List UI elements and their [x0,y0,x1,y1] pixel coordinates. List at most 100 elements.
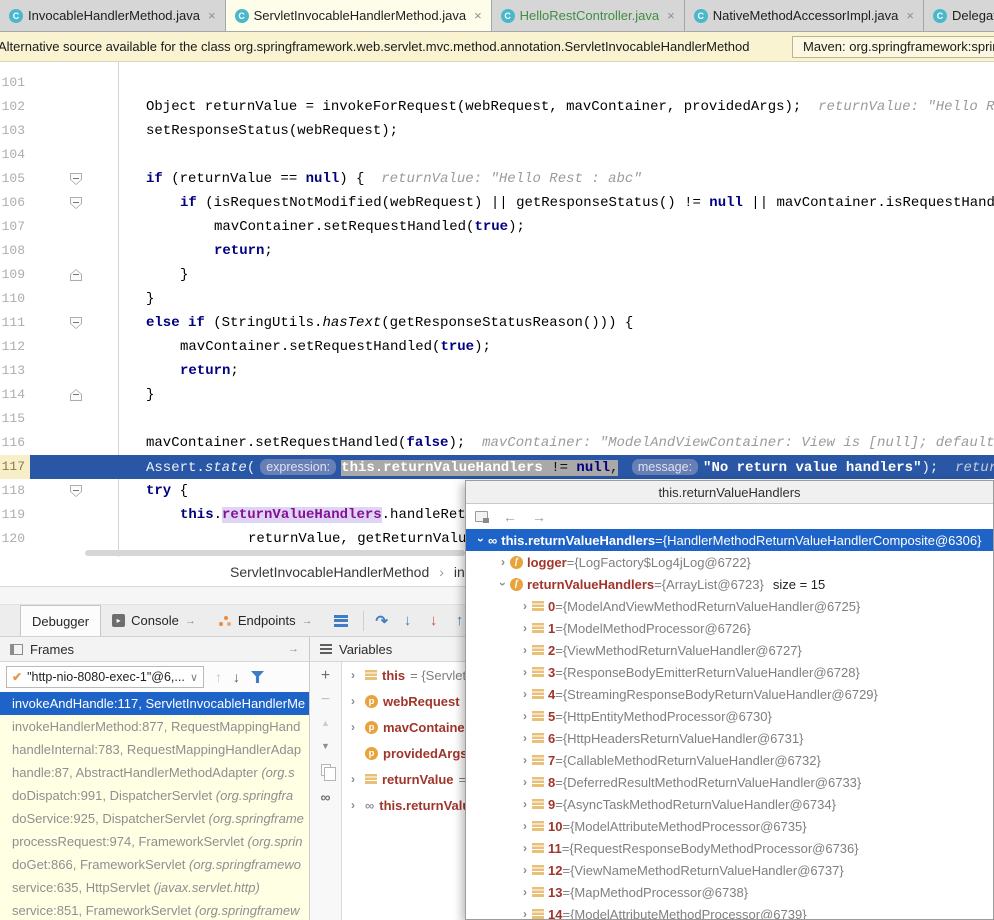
frame-row[interactable]: service:635, HttpServlet (javax.servlet.… [0,876,309,899]
code-text[interactable]: if (isRequestNotModified(webRequest) || … [118,191,994,215]
gutter[interactable] [30,95,118,119]
line-number[interactable]: 111 [0,311,30,335]
chevron-collapsed-icon[interactable]: › [346,798,360,812]
code-text[interactable]: setResponseStatus(webRequest); [118,119,994,143]
watch-node[interactable]: ›10 = {ModelAttributeMethodProcessor@673… [466,815,993,837]
add-watch-icon[interactable]: + [321,670,330,682]
frame-row[interactable]: doGet:866, FrameworkServlet (org.springf… [0,853,309,876]
inspect-icon[interactable] [475,511,488,522]
chevron-collapsed-icon[interactable]: › [518,687,532,701]
code-text[interactable]: Assert.state(expression:this.returnValue… [118,455,994,479]
chevron-expanded-icon[interactable]: › [496,577,510,591]
tab-debugger[interactable]: Debugger [20,605,101,636]
move-down-icon[interactable]: ▼ [321,741,330,751]
watch-node[interactable]: ›9 = {AsyncTaskMethodReturnValueHandler@… [466,793,993,815]
editor-tab[interactable]: CInvocableHandlerMethod.java× [0,0,226,31]
chevron-collapsed-icon[interactable]: › [518,797,532,811]
variable-row[interactable]: ›∞this.returnValu [342,792,465,818]
previous-frame-icon[interactable]: ↑ [215,669,222,685]
step-over-icon[interactable]: ↷ [369,612,395,630]
code-text[interactable] [118,407,994,431]
chevron-collapsed-icon[interactable]: › [518,665,532,679]
gutter[interactable] [30,407,118,431]
frame-row[interactable]: service:851, FrameworkServlet (org.sprin… [0,899,309,920]
gutter[interactable] [30,191,118,215]
fold-marker-icon[interactable] [70,269,82,281]
chevron-collapsed-icon[interactable]: › [518,907,532,920]
fold-marker-icon[interactable] [70,389,82,401]
line-number[interactable]: 119 [0,503,30,527]
watch-node[interactable]: ›8 = {DeferredResultMethodReturnValueHan… [466,771,993,793]
line-number[interactable]: 120 [0,527,30,551]
gutter[interactable] [30,287,118,311]
frame-row[interactable]: processRequest:974, FrameworkServlet (or… [0,830,309,853]
frame-row[interactable]: handle:87, AbstractHandlerMethodAdapter … [0,761,309,784]
fold-marker-icon[interactable] [70,197,82,209]
line-number[interactable]: 104 [0,143,30,167]
remove-watch-icon[interactable]: − [321,695,330,705]
variable-row[interactable]: ›pmavContainer [342,714,465,740]
gutter[interactable] [30,119,118,143]
chevron-collapsed-icon[interactable]: › [518,819,532,833]
code-text[interactable]: mavContainer.setRequestHandled(false); m… [118,431,994,455]
frame-row[interactable]: doService:925, DispatcherServlet (org.sp… [0,807,309,830]
gutter[interactable] [30,383,118,407]
code-text[interactable] [118,143,994,167]
watch-node[interactable]: ›7 = {CallableMethodReturnValueHandler@6… [466,749,993,771]
code-text[interactable]: } [118,287,994,311]
frames-header[interactable]: Frames → [0,637,310,661]
chevron-collapsed-icon[interactable]: › [346,720,360,734]
variable-row[interactable]: ›pprovidedArgs [342,740,465,766]
code-text[interactable]: return; [118,239,994,263]
watch-node[interactable]: ›4 = {StreamingResponseBodyReturnValueHa… [466,683,993,705]
tab-endpoints[interactable]: Endpoints → [207,605,324,636]
frame-row[interactable]: doDispatch:991, DispatcherServlet (org.s… [0,784,309,807]
duplicate-icon[interactable] [321,764,331,776]
line-number[interactable]: 116 [0,431,30,455]
back-icon[interactable]: ← [503,509,517,525]
chevron-collapsed-icon[interactable]: › [346,668,360,682]
line-number[interactable]: 109 [0,263,30,287]
chevron-collapsed-icon[interactable]: › [518,863,532,877]
watch-node[interactable]: ›3 = {ResponseBodyEmitterReturnValueHand… [466,661,993,683]
watch-node[interactable]: ›2 = {ViewMethodReturnValueHandler@6727} [466,639,993,661]
line-number[interactable]: 108 [0,239,30,263]
variable-row[interactable]: ›pwebRequest = [342,688,465,714]
chevron-collapsed-icon[interactable]: › [346,694,360,708]
code-text[interactable]: } [118,383,994,407]
gutter[interactable] [30,239,118,263]
variable-row[interactable]: ›returnValue = [342,766,465,792]
fold-marker-icon[interactable] [70,485,82,497]
pin-icon[interactable]: → [288,643,299,655]
gutter[interactable] [30,455,118,479]
variable-row[interactable]: ›this = {Servlet [342,662,465,688]
watch-node[interactable]: ›14 = {ModelAttributeMethodProcessor@673… [466,903,993,920]
watch-node[interactable]: ›5 = {HttpEntityMethodProcessor@6730} [466,705,993,727]
code-text[interactable]: return; [118,359,994,383]
chevron-collapsed-icon[interactable]: › [518,775,532,789]
line-number[interactable]: 114 [0,383,30,407]
gutter[interactable] [30,335,118,359]
watch-node[interactable]: ›13 = {MapMethodProcessor@6738} [466,881,993,903]
popup-title[interactable]: this.returnValueHandlers [466,481,993,504]
watch-node[interactable]: ›6 = {HttpHeadersReturnValueHandler@6731… [466,727,993,749]
line-number[interactable]: 110 [0,287,30,311]
watch-node[interactable]: ›1 = {ModelMethodProcessor@6726} [466,617,993,639]
line-number[interactable]: 101 [0,71,30,95]
chevron-collapsed-icon[interactable]: › [518,885,532,899]
gutter[interactable] [30,143,118,167]
code-text[interactable]: if (returnValue == null) { returnValue: … [118,167,994,191]
filter-icon[interactable] [251,671,264,683]
step-into-icon[interactable]: ↓ [395,612,421,629]
frame-row[interactable]: handleInternal:783, RequestMappingHandle… [0,738,309,761]
watches-icon[interactable]: ∞ [321,789,331,805]
close-icon[interactable]: × [906,8,914,23]
code-text[interactable]: else if (StringUtils.hasText(getResponse… [118,311,994,335]
gutter[interactable] [30,167,118,191]
gutter[interactable] [30,215,118,239]
chevron-collapsed-icon[interactable]: › [518,621,532,635]
gutter[interactable] [30,479,118,503]
line-number[interactable]: 102 [0,95,30,119]
watch-node[interactable]: ›∞this.returnValueHandlers = {HandlerMet… [466,529,993,551]
chevron-collapsed-icon[interactable]: › [518,753,532,767]
